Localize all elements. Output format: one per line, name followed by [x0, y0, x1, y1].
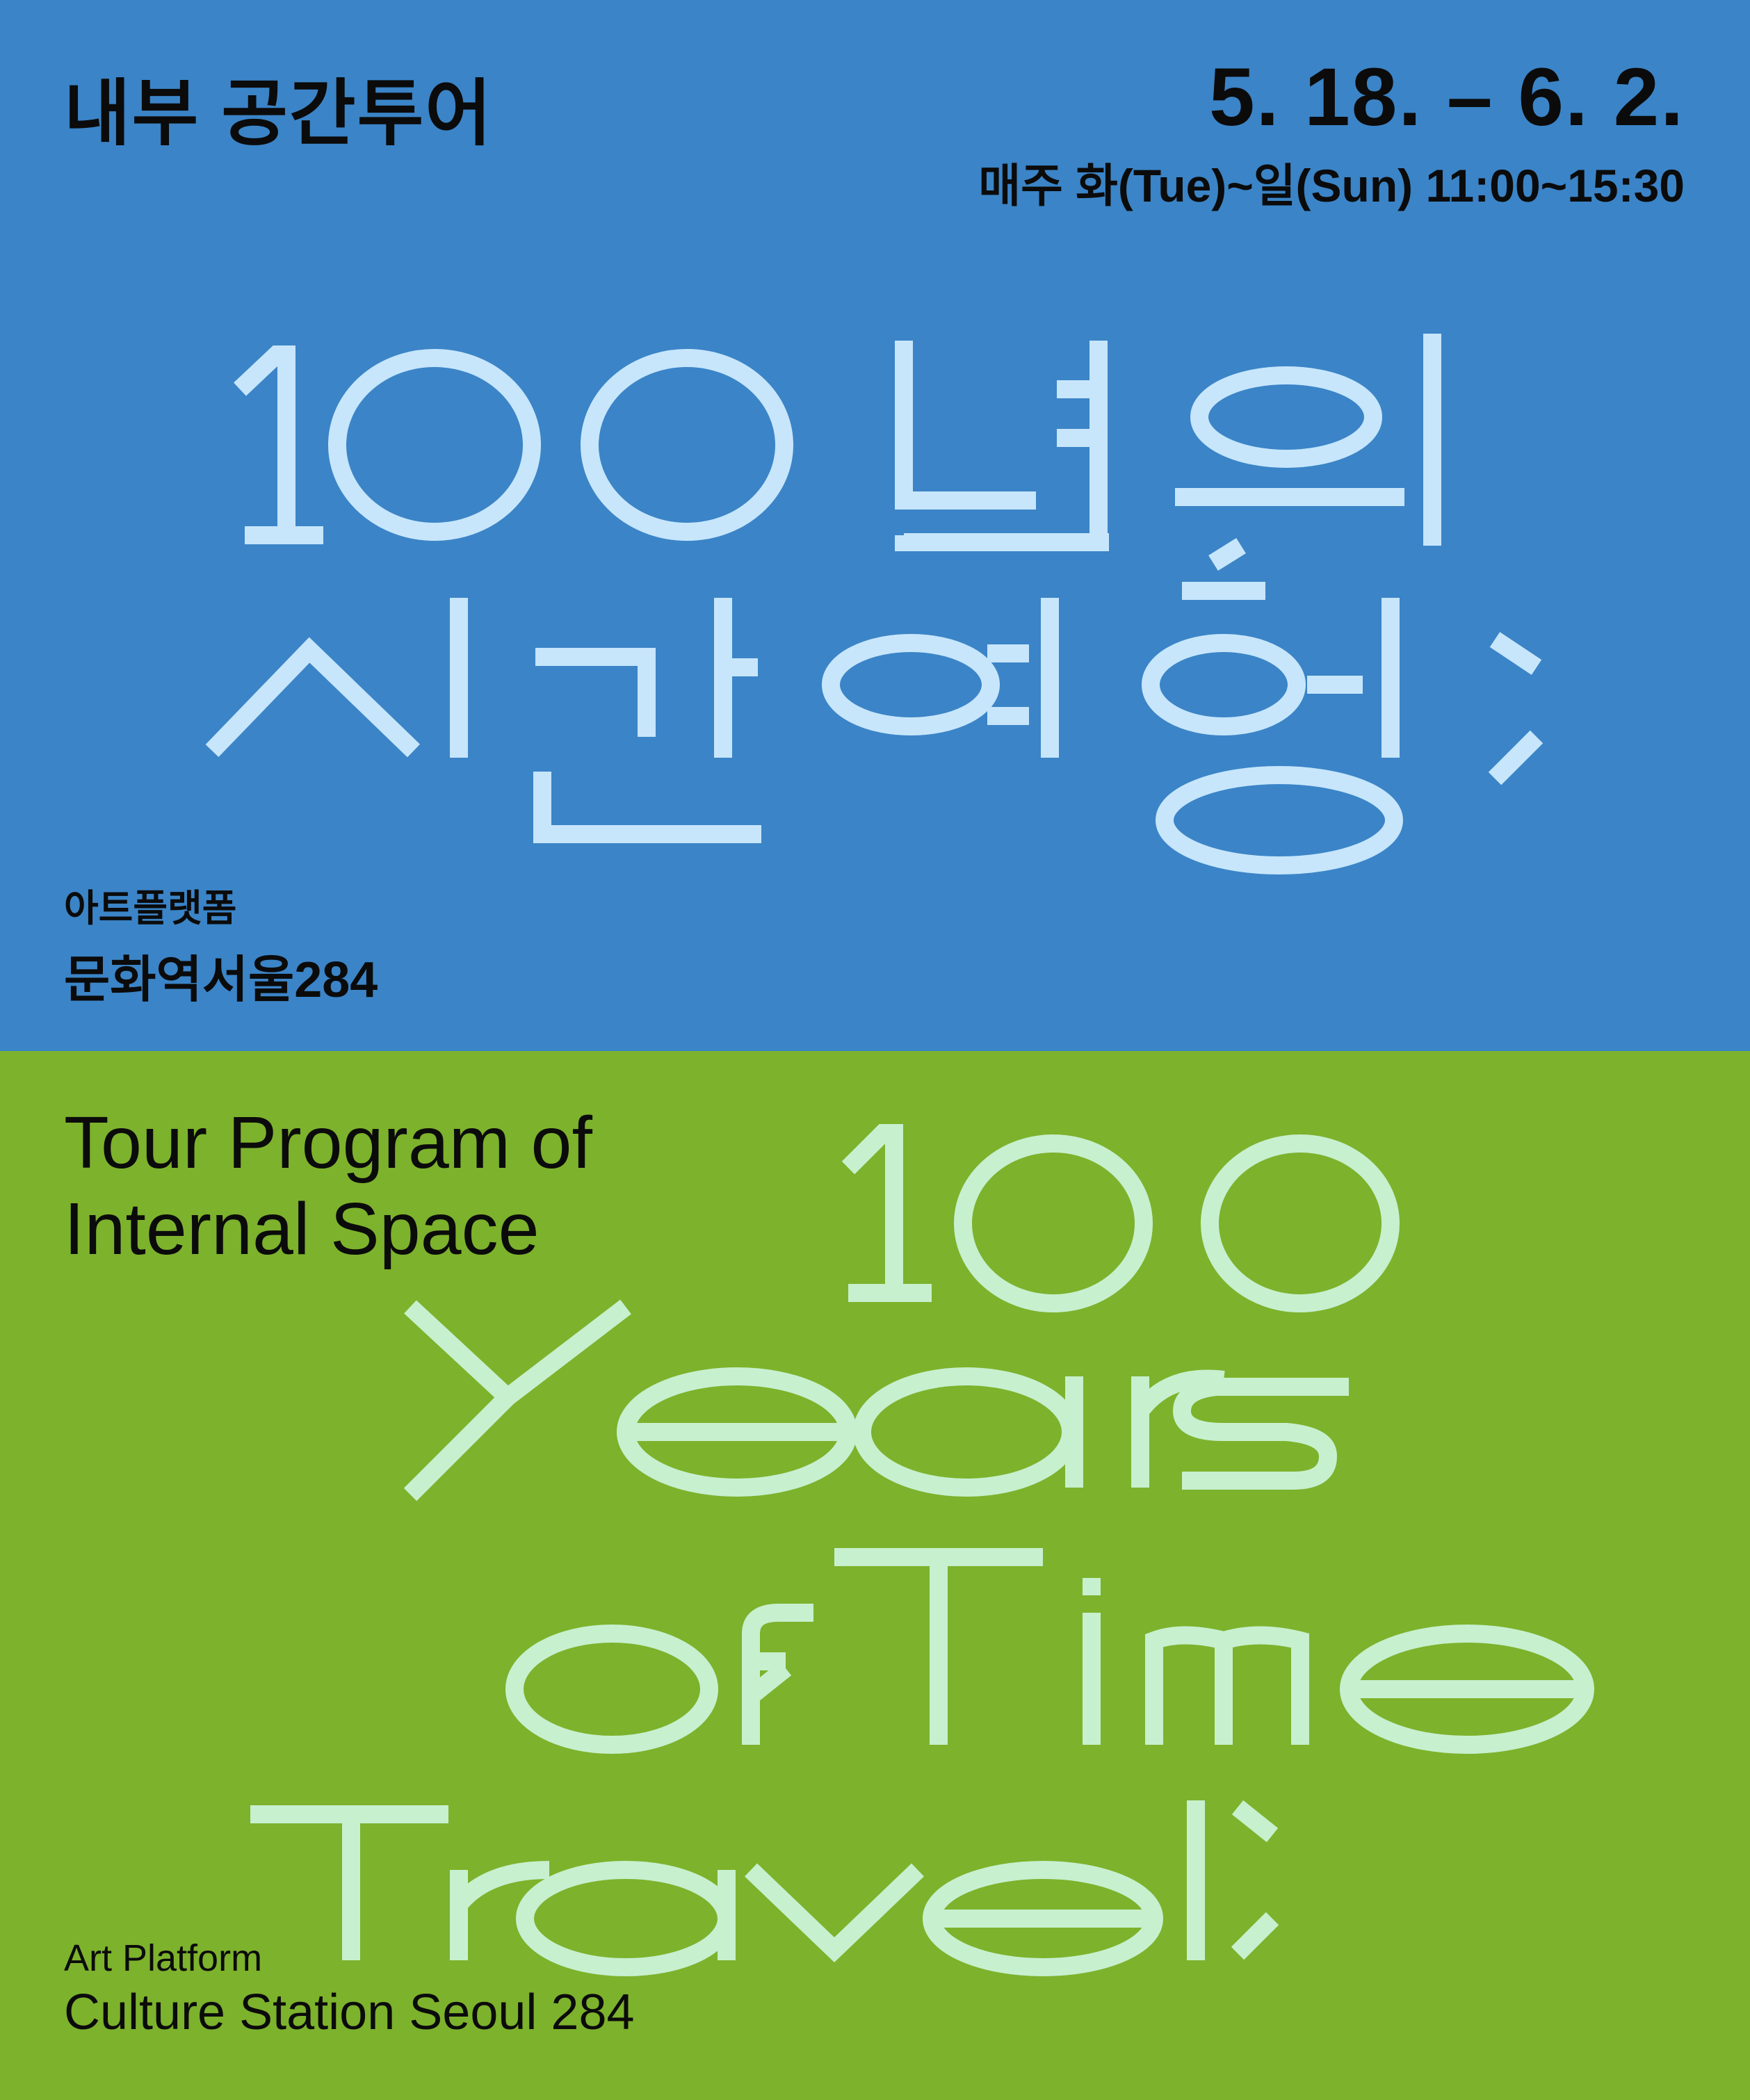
schedule: 매주 화(Tue)~일(Sun) 11:00~15:30 [978, 160, 1685, 211]
poster: 내부 공간투어 5. 18. – 6. 2. 매주 화(Tue)~일(Sun) … [0, 0, 1750, 2100]
english-program-title: Tour Program of Internal Space [64, 1100, 592, 1272]
english-program-title-line2: Internal Space [64, 1188, 540, 1270]
english-program-title-line1: Tour Program of [64, 1102, 592, 1184]
english-venue-name: Culture Station Seoul 284 [64, 1985, 635, 2040]
korean-venue-name: 문화역서울284 [64, 952, 378, 1008]
date-range: 5. 18. – 6. 2. [1208, 51, 1685, 143]
korean-venue-subtitle: 아트플랫폼 [64, 888, 237, 929]
english-venue-subtitle: Art Platform [64, 1937, 263, 1979]
korean-program-title: 내부 공간투어 [64, 74, 493, 154]
